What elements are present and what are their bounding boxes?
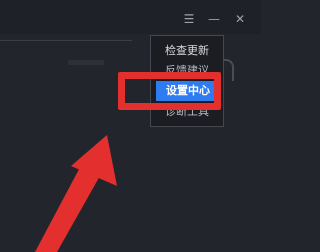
background-stripe: [68, 60, 104, 65]
close-button[interactable]: ✕: [232, 11, 248, 27]
hamburger-icon: ☰: [183, 12, 195, 26]
minus-icon: —: [208, 12, 220, 26]
app-screen: ☰ — ✕ 检查更新 反馈建议 设置中心 诊断工具: [0, 0, 261, 252]
menu-item-check-update[interactable]: 检查更新: [151, 41, 223, 61]
top-divider: [0, 40, 132, 41]
menu-item-feedback[interactable]: 反馈建议: [151, 61, 223, 81]
minimize-button[interactable]: —: [206, 11, 222, 27]
arrow-head: [71, 135, 117, 186]
menu-item-settings-center[interactable]: 设置中心: [156, 81, 220, 101]
partial-control-edge: [224, 59, 234, 81]
dropdown-menu: 检查更新 反馈建议 设置中心 诊断工具: [150, 35, 224, 127]
close-icon: ✕: [234, 12, 246, 26]
menu-button[interactable]: ☰: [181, 11, 197, 27]
arrow-shaft: [35, 156, 105, 252]
menu-item-diagnose-tool[interactable]: 诊断工具: [151, 102, 223, 122]
